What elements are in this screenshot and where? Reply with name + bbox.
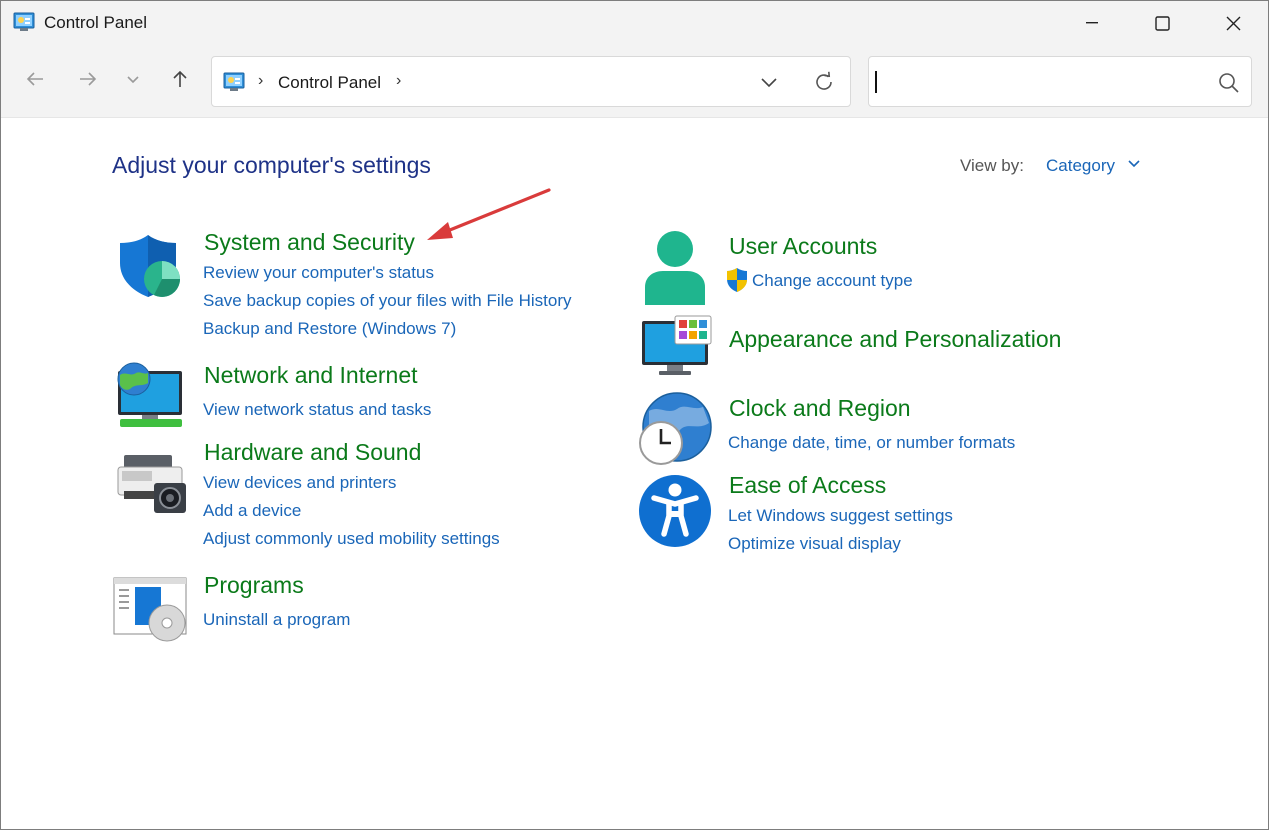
link-optimize-display[interactable]: Optimize visual display bbox=[728, 534, 901, 554]
breadcrumb-control-panel[interactable]: Control Panel bbox=[278, 73, 381, 93]
maximize-button[interactable] bbox=[1127, 1, 1197, 45]
close-icon bbox=[1226, 16, 1240, 30]
minimize-icon bbox=[1086, 22, 1098, 24]
maximize-icon bbox=[1154, 15, 1170, 31]
link-devices-printers[interactable]: View devices and printers bbox=[203, 473, 396, 493]
user-icon[interactable] bbox=[641, 229, 709, 305]
view-by-label: View by: bbox=[960, 156, 1024, 175]
up-button[interactable] bbox=[166, 65, 194, 93]
view-by-dropdown[interactable]: Category bbox=[1046, 156, 1115, 176]
network-icon[interactable] bbox=[114, 361, 184, 429]
back-arrow-icon bbox=[26, 72, 43, 86]
annotation-arrow bbox=[427, 188, 551, 240]
up-arrow-icon bbox=[173, 70, 187, 87]
uac-shield-icon bbox=[727, 268, 747, 292]
accessibility-icon[interactable] bbox=[638, 474, 712, 548]
link-suggest-settings[interactable]: Let Windows suggest settings bbox=[728, 506, 953, 526]
search-icon[interactable] bbox=[1217, 71, 1241, 95]
forward-arrow-icon bbox=[80, 72, 97, 86]
chevron-down-icon[interactable] bbox=[1127, 157, 1141, 171]
address-bar[interactable]: › Control Panel › bbox=[211, 56, 851, 107]
monitor-icon[interactable] bbox=[641, 315, 713, 379]
printer-icon[interactable] bbox=[114, 451, 188, 517]
link-backup-restore[interactable]: Backup and Restore (Windows 7) bbox=[203, 319, 456, 339]
chevron-down-icon[interactable] bbox=[760, 73, 778, 91]
minimize-button[interactable] bbox=[1057, 1, 1127, 45]
category-clock-region[interactable]: Clock and Region bbox=[729, 395, 911, 422]
category-user-accounts[interactable]: User Accounts bbox=[729, 233, 877, 260]
category-appearance[interactable]: Appearance and Personalization bbox=[729, 326, 1061, 353]
programs-icon[interactable] bbox=[113, 577, 187, 643]
navigation-toolbar: › Control Panel › bbox=[1, 45, 1268, 118]
control-panel-window: Control Panel › Control Panel › Adjust y… bbox=[0, 0, 1269, 830]
category-network[interactable]: Network and Internet bbox=[204, 362, 418, 389]
link-mobility-settings[interactable]: Adjust commonly used mobility settings bbox=[203, 529, 500, 549]
category-hardware[interactable]: Hardware and Sound bbox=[204, 439, 421, 466]
search-input[interactable] bbox=[868, 56, 1252, 107]
window-title: Control Panel bbox=[44, 13, 148, 32]
link-date-time-formats[interactable]: Change date, time, or number formats bbox=[728, 433, 1015, 453]
link-change-account-type[interactable]: Change account type bbox=[752, 271, 913, 291]
category-ease-of-access[interactable]: Ease of Access bbox=[729, 472, 886, 499]
forward-button[interactable] bbox=[74, 65, 102, 93]
title-bar: Control Panel bbox=[1, 1, 1268, 45]
control-panel-icon bbox=[13, 12, 35, 31]
link-review-status[interactable]: Review your computer's status bbox=[203, 263, 434, 283]
refresh-icon[interactable] bbox=[812, 70, 836, 94]
back-button[interactable] bbox=[21, 65, 49, 93]
breadcrumb-separator[interactable]: › bbox=[258, 72, 263, 90]
shield-icon[interactable] bbox=[114, 233, 184, 299]
recent-dropdown-icon bbox=[127, 76, 139, 84]
recent-locations-button[interactable] bbox=[119, 65, 147, 93]
globe-clock-icon[interactable] bbox=[637, 391, 713, 467]
link-file-history[interactable]: Save backup copies of your files with Fi… bbox=[203, 291, 572, 311]
page-heading: Adjust your computer's settings bbox=[112, 152, 431, 178]
text-caret bbox=[875, 71, 877, 93]
breadcrumb-separator[interactable]: › bbox=[396, 72, 401, 90]
category-system-security[interactable]: System and Security bbox=[204, 229, 415, 256]
close-button[interactable] bbox=[1198, 1, 1268, 45]
link-add-device[interactable]: Add a device bbox=[203, 501, 301, 521]
link-network-status[interactable]: View network status and tasks bbox=[203, 400, 431, 420]
link-uninstall-program[interactable]: Uninstall a program bbox=[203, 610, 350, 630]
control-panel-icon bbox=[223, 72, 245, 91]
category-programs[interactable]: Programs bbox=[204, 572, 304, 599]
